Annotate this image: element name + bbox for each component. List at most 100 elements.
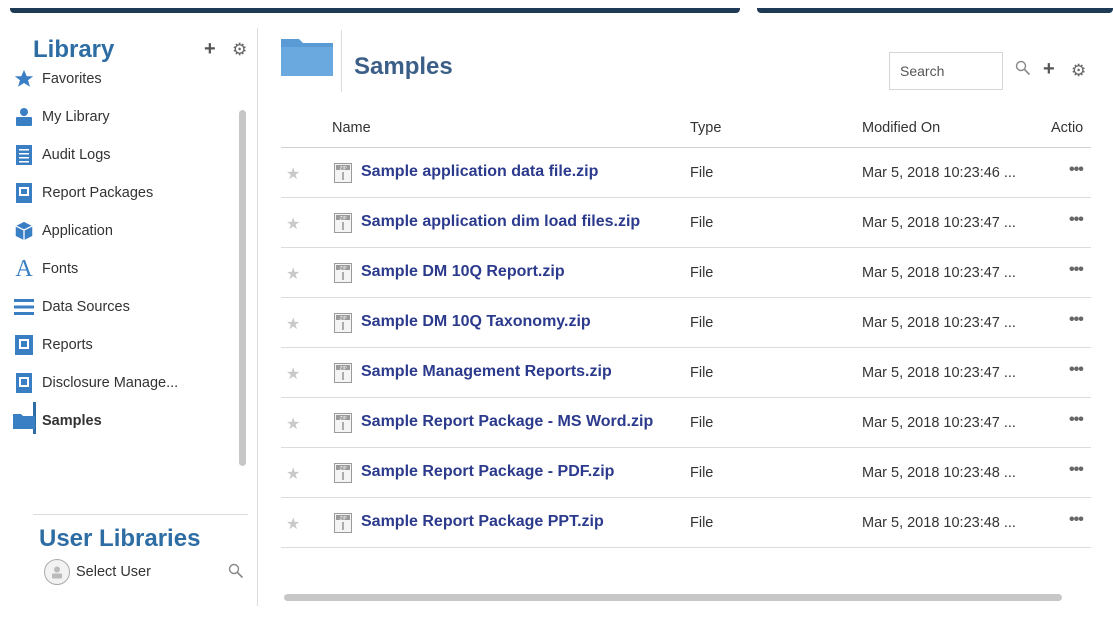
modified-date: Mar 5, 2018 10:23:48 ... — [862, 465, 1016, 481]
modified-date: Mar 5, 2018 10:23:47 ... — [862, 265, 1016, 281]
report-icon — [12, 333, 36, 357]
file-type: File — [690, 465, 714, 481]
file-type: File — [690, 415, 714, 431]
library-sidebar: Library + ⚙ Favorites My Library Audit L… — [0, 28, 258, 606]
disclosure-icon — [12, 371, 36, 395]
sidebar-item-disclosure-management[interactable]: Disclosure Manage... — [12, 368, 202, 398]
svg-text:ZIP: ZIP — [339, 365, 346, 371]
folder-icon — [12, 409, 36, 433]
file-name-link[interactable]: Sample DM 10Q Report.zip — [361, 263, 565, 281]
search-input[interactable] — [889, 52, 1003, 90]
gear-icon[interactable]: ⚙ — [232, 40, 247, 60]
file-type: File — [690, 265, 714, 281]
row-actions-button[interactable]: ••• — [1069, 211, 1084, 229]
modified-date: Mar 5, 2018 10:23:48 ... — [862, 515, 1016, 531]
row-actions-button[interactable]: ••• — [1069, 411, 1084, 429]
sidebar-item-data-sources[interactable]: Data Sources — [12, 292, 202, 322]
star-icon — [12, 67, 36, 91]
file-type: File — [690, 515, 714, 531]
zip-file-icon: ZIP — [334, 313, 352, 338]
star-icon[interactable]: ★ — [286, 214, 300, 234]
svg-text:ZIP: ZIP — [339, 165, 346, 171]
svg-text:ZIP: ZIP — [339, 415, 346, 421]
file-name-link[interactable]: Sample Report Package - PDF.zip — [361, 463, 614, 481]
zip-file-icon: ZIP — [334, 413, 352, 438]
file-name-link[interactable]: Sample DM 10Q Taxonomy.zip — [361, 313, 591, 331]
file-name-link[interactable]: Sample application dim load files.zip — [361, 213, 640, 231]
zip-file-icon: ZIP — [334, 263, 352, 288]
table-row[interactable]: ★ ZIP Sample DM 10Q Report.zip File Mar 5, 2… — [281, 248, 1091, 298]
page-title: Samples — [354, 53, 453, 80]
report-package-icon — [12, 181, 36, 205]
zip-file-icon: ZIP — [334, 513, 352, 538]
sidebar-item-reports[interactable]: Reports — [12, 330, 202, 360]
table-row[interactable]: ★ ZIP Sample Report Package - PDF.zip File M… — [281, 448, 1091, 498]
svg-text:ZIP: ZIP — [339, 215, 346, 221]
table-header: Name Type Modified On Actio — [281, 108, 1091, 148]
column-header-name[interactable]: Name — [332, 120, 371, 136]
top-bar-left — [10, 8, 740, 13]
modified-date: Mar 5, 2018 10:23:47 ... — [862, 315, 1016, 331]
plus-icon[interactable]: + — [1043, 58, 1055, 81]
user-libraries-title: User Libraries — [39, 525, 201, 552]
modified-date: Mar 5, 2018 10:23:47 ... — [862, 215, 1016, 231]
star-icon[interactable]: ★ — [286, 314, 300, 334]
column-header-actions[interactable]: Actio — [1051, 120, 1091, 136]
row-actions-button[interactable]: ••• — [1069, 361, 1084, 379]
star-icon[interactable]: ★ — [286, 364, 300, 384]
select-user-button[interactable]: Select User — [44, 559, 151, 585]
row-actions-button[interactable]: ••• — [1069, 461, 1084, 479]
star-icon[interactable]: ★ — [286, 264, 300, 284]
column-header-modified[interactable]: Modified On — [862, 120, 940, 136]
file-table: Name Type Modified On Actio ★ ZIP Sample a… — [281, 108, 1091, 548]
star-icon[interactable]: ★ — [286, 514, 300, 534]
sidebar-item-application[interactable]: Application — [12, 216, 202, 246]
sidebar-item-fonts[interactable]: A Fonts — [12, 254, 202, 284]
file-name-link[interactable]: Sample Management Reports.zip — [361, 363, 612, 381]
file-name-link[interactable]: Sample application data file.zip — [361, 163, 598, 181]
row-actions-button[interactable]: ••• — [1069, 261, 1084, 279]
cube-icon — [12, 219, 36, 243]
star-icon[interactable]: ★ — [286, 414, 300, 434]
search-icon[interactable] — [1015, 60, 1031, 80]
sidebar-item-favorites[interactable]: Favorites — [12, 64, 202, 94]
zip-file-icon: ZIP — [334, 463, 352, 488]
row-actions-button[interactable]: ••• — [1069, 161, 1084, 179]
title-separator — [341, 30, 342, 92]
file-type: File — [690, 165, 714, 181]
svg-text:ZIP: ZIP — [339, 265, 346, 271]
row-actions-button[interactable]: ••• — [1069, 311, 1084, 329]
user-icon — [12, 105, 36, 129]
star-icon[interactable]: ★ — [286, 464, 300, 484]
file-name-link[interactable]: Sample Report Package PPT.zip — [361, 513, 604, 531]
list-icon — [12, 295, 36, 319]
table-row[interactable]: ★ ZIP Sample Management Reports.zip File Mar… — [281, 348, 1091, 398]
sidebar-item-audit-logs[interactable]: Audit Logs — [12, 140, 202, 170]
file-type: File — [690, 365, 714, 381]
zip-file-icon: ZIP — [334, 363, 352, 388]
file-type: File — [690, 315, 714, 331]
table-row[interactable]: ★ ZIP Sample Report Package - MS Word.zip F… — [281, 398, 1091, 448]
sidebar-item-samples[interactable]: Samples — [12, 406, 202, 436]
table-row[interactable]: ★ ZIP Sample application dim load files.zi… — [281, 198, 1091, 248]
star-icon[interactable]: ★ — [286, 164, 300, 184]
sidebar-item-report-packages[interactable]: Report Packages — [12, 178, 202, 208]
horizontal-scrollbar-thumb[interactable] — [284, 594, 1062, 601]
table-row[interactable]: ★ ZIP Sample DM 10Q Taxonomy.zip File Mar 5,… — [281, 298, 1091, 348]
file-name-link[interactable]: Sample Report Package - MS Word.zip — [361, 413, 653, 431]
table-row[interactable]: ★ ZIP Sample Report Package PPT.zip File Mar… — [281, 498, 1091, 548]
zip-file-icon: ZIP — [334, 163, 352, 188]
search-icon[interactable] — [228, 563, 244, 582]
table-row[interactable]: ★ ZIP Sample application data file.zip File… — [281, 148, 1091, 198]
row-actions-button[interactable]: ••• — [1069, 511, 1084, 529]
sidebar-scrollbar-thumb[interactable] — [239, 110, 246, 466]
sidebar-item-my-library[interactable]: My Library — [12, 102, 202, 132]
library-title: Library — [33, 36, 115, 63]
divider — [33, 514, 248, 515]
svg-text:ZIP: ZIP — [339, 315, 346, 321]
gear-icon[interactable]: ⚙ — [1071, 61, 1086, 81]
top-bar-right — [757, 8, 1113, 13]
plus-icon[interactable]: + — [204, 38, 216, 61]
avatar — [44, 559, 70, 585]
column-header-type[interactable]: Type — [690, 120, 721, 136]
